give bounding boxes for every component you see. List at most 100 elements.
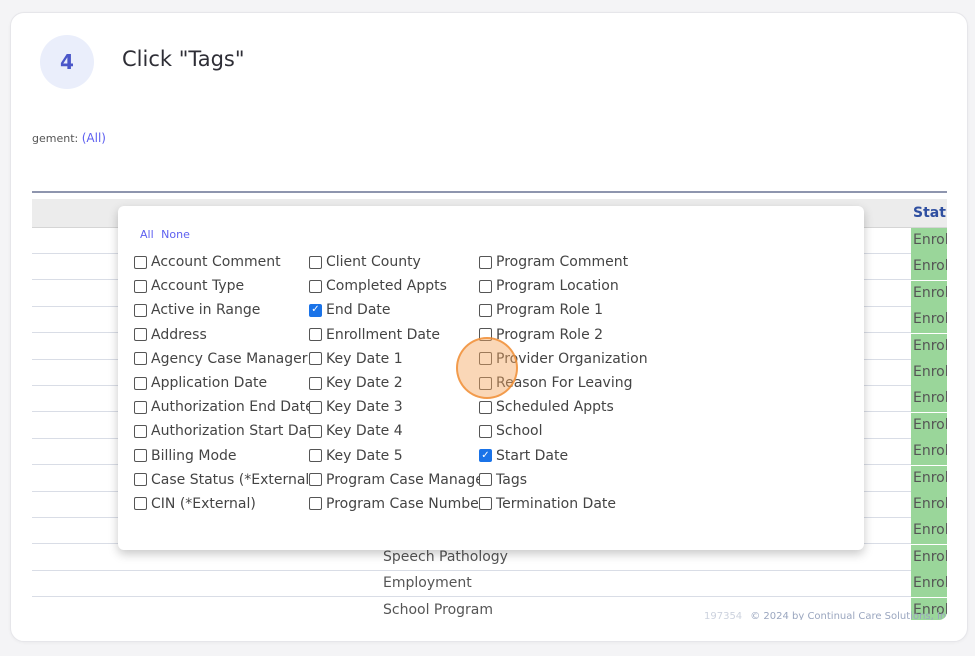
- filter-value-link[interactable]: (All): [82, 131, 106, 145]
- checkbox[interactable]: [134, 303, 147, 317]
- option-label: Client County: [326, 254, 421, 271]
- checkbox[interactable]: [134, 352, 147, 366]
- option-label: Address: [151, 326, 207, 343]
- column-option-client-county[interactable]: Client County: [309, 250, 490, 274]
- status-cell: Enrol: [911, 465, 947, 492]
- option-label: Enrollment Date: [326, 326, 441, 343]
- program-name-cell: Speech Pathology: [383, 548, 508, 565]
- checkbox[interactable]: ✓: [479, 449, 492, 463]
- checkbox[interactable]: [134, 424, 147, 438]
- checkbox[interactable]: [309, 352, 322, 366]
- column-option-program-comment[interactable]: Program Comment: [479, 250, 648, 274]
- column-option-termination-date[interactable]: Termination Date: [479, 492, 648, 516]
- column-option-cin-external[interactable]: CIN (*External): [134, 492, 321, 516]
- select-all-link[interactable]: All: [140, 228, 154, 241]
- column-option-agency-case-manager[interactable]: Agency Case Manager: [134, 347, 321, 371]
- column-option-case-status-external[interactable]: Case Status (*External): [134, 468, 321, 492]
- checkbox[interactable]: [479, 424, 492, 438]
- checkbox[interactable]: [479, 473, 492, 487]
- column-option-key-date-4[interactable]: Key Date 4: [309, 419, 490, 443]
- checkbox[interactable]: [134, 376, 147, 390]
- status-cell: Enrol: [911, 571, 947, 598]
- column-option-application-date[interactable]: Application Date: [134, 371, 321, 395]
- column-option-end-date[interactable]: ✓ End Date: [309, 298, 490, 322]
- column-option-authorization-end-date[interactable]: Authorization End Date: [134, 395, 321, 419]
- checkbox[interactable]: [309, 449, 322, 463]
- filter-label-text: gement:: [32, 132, 79, 145]
- option-label: Key Date 3: [326, 399, 403, 416]
- filter-band: gement: (All): [32, 110, 947, 192]
- checkbox[interactable]: [309, 400, 322, 414]
- checkbox[interactable]: [479, 279, 492, 293]
- status-cell: Enrol: [911, 307, 947, 334]
- option-label: Active in Range: [151, 302, 261, 319]
- status-column-header[interactable]: Statu: [913, 205, 947, 221]
- option-label: Agency Case Manager: [151, 350, 308, 367]
- checkbox[interactable]: [479, 303, 492, 317]
- footer-id: 197354: [704, 611, 743, 620]
- option-label: Program Location: [496, 278, 619, 295]
- column-option-authorization-start-date[interactable]: Authorization Start Date: [134, 419, 321, 443]
- checkbox[interactable]: [134, 497, 147, 511]
- column-option-billing-mode[interactable]: Billing Mode: [134, 444, 321, 468]
- checkbox[interactable]: [479, 400, 492, 414]
- column-option-school[interactable]: School: [479, 419, 648, 443]
- click-highlight-marker: [456, 337, 518, 399]
- checkbox[interactable]: [309, 255, 322, 269]
- status-cell: Enrol: [911, 544, 947, 571]
- checkbox[interactable]: [309, 328, 322, 342]
- option-label: Termination Date: [496, 495, 617, 512]
- column-option-start-date[interactable]: ✓ Start Date: [479, 444, 648, 468]
- column-option-program-role-1[interactable]: Program Role 1: [479, 298, 648, 322]
- tutorial-step-card: 4 Click "Tags" gement: (All) Statu Enrol…: [10, 12, 968, 642]
- checkbox[interactable]: [309, 473, 322, 487]
- column-option-active-in-range[interactable]: Active in Range: [134, 298, 321, 322]
- checkbox[interactable]: [309, 497, 322, 511]
- checkbox[interactable]: [309, 376, 322, 390]
- column-option-account-type[interactable]: Account Type: [134, 274, 321, 298]
- table-row[interactable]: Employment Enrol: [32, 571, 947, 598]
- checkbox[interactable]: [134, 279, 147, 293]
- status-cell: Enrol: [911, 518, 947, 545]
- column-option-program-case-number[interactable]: Program Case Number: [309, 492, 490, 516]
- checkbox[interactable]: [309, 279, 322, 293]
- select-none-link[interactable]: None: [161, 228, 190, 241]
- checkbox[interactable]: [134, 449, 147, 463]
- option-label: Completed Appts: [326, 278, 447, 295]
- column-option-scheduled-appts[interactable]: Scheduled Appts: [479, 395, 648, 419]
- option-label: Program Case Number: [326, 495, 485, 512]
- column-option-key-date-5[interactable]: Key Date 5: [309, 444, 490, 468]
- column-option-completed-appts[interactable]: Completed Appts: [309, 274, 490, 298]
- option-label: Start Date: [496, 447, 569, 464]
- checkbox[interactable]: [134, 400, 147, 414]
- checkbox[interactable]: ✓: [309, 303, 322, 317]
- option-label: Program Comment: [496, 254, 629, 271]
- option-label: Billing Mode: [151, 447, 237, 464]
- column-option-account-comment[interactable]: Account Comment: [134, 250, 321, 274]
- option-label: CIN (*External): [151, 495, 256, 512]
- checkbox[interactable]: [479, 255, 492, 269]
- filter-label: gement: (All): [32, 131, 106, 145]
- option-label: Application Date: [151, 375, 268, 392]
- column-option-program-case-manager[interactable]: Program Case Manager: [309, 468, 490, 492]
- step-title: Click "Tags": [122, 47, 245, 71]
- column-options-1: Account Comment Account Type Active in Ran…: [134, 250, 321, 516]
- status-cell: Enrol: [911, 254, 947, 281]
- status-cell: Enrol: [911, 492, 947, 518]
- status-cell: Enrol: [911, 333, 947, 360]
- footer: 197354 © 2024 by Continual Care Solutions…: [704, 611, 946, 620]
- column-option-enrollment-date[interactable]: Enrollment Date: [309, 323, 490, 347]
- column-option-tags[interactable]: Tags: [479, 468, 648, 492]
- option-label: Tags: [496, 471, 527, 488]
- checkbox[interactable]: [134, 255, 147, 269]
- checkbox[interactable]: [309, 424, 322, 438]
- option-label: School: [496, 423, 543, 440]
- checkbox[interactable]: [134, 328, 147, 342]
- checkbox[interactable]: [134, 473, 147, 487]
- column-option-program-location[interactable]: Program Location: [479, 274, 648, 298]
- column-option-key-date-3[interactable]: Key Date 3: [309, 395, 490, 419]
- option-label: Account Type: [151, 278, 245, 295]
- option-label: Scheduled Appts: [496, 399, 614, 416]
- checkbox[interactable]: [479, 497, 492, 511]
- column-option-address[interactable]: Address: [134, 323, 321, 347]
